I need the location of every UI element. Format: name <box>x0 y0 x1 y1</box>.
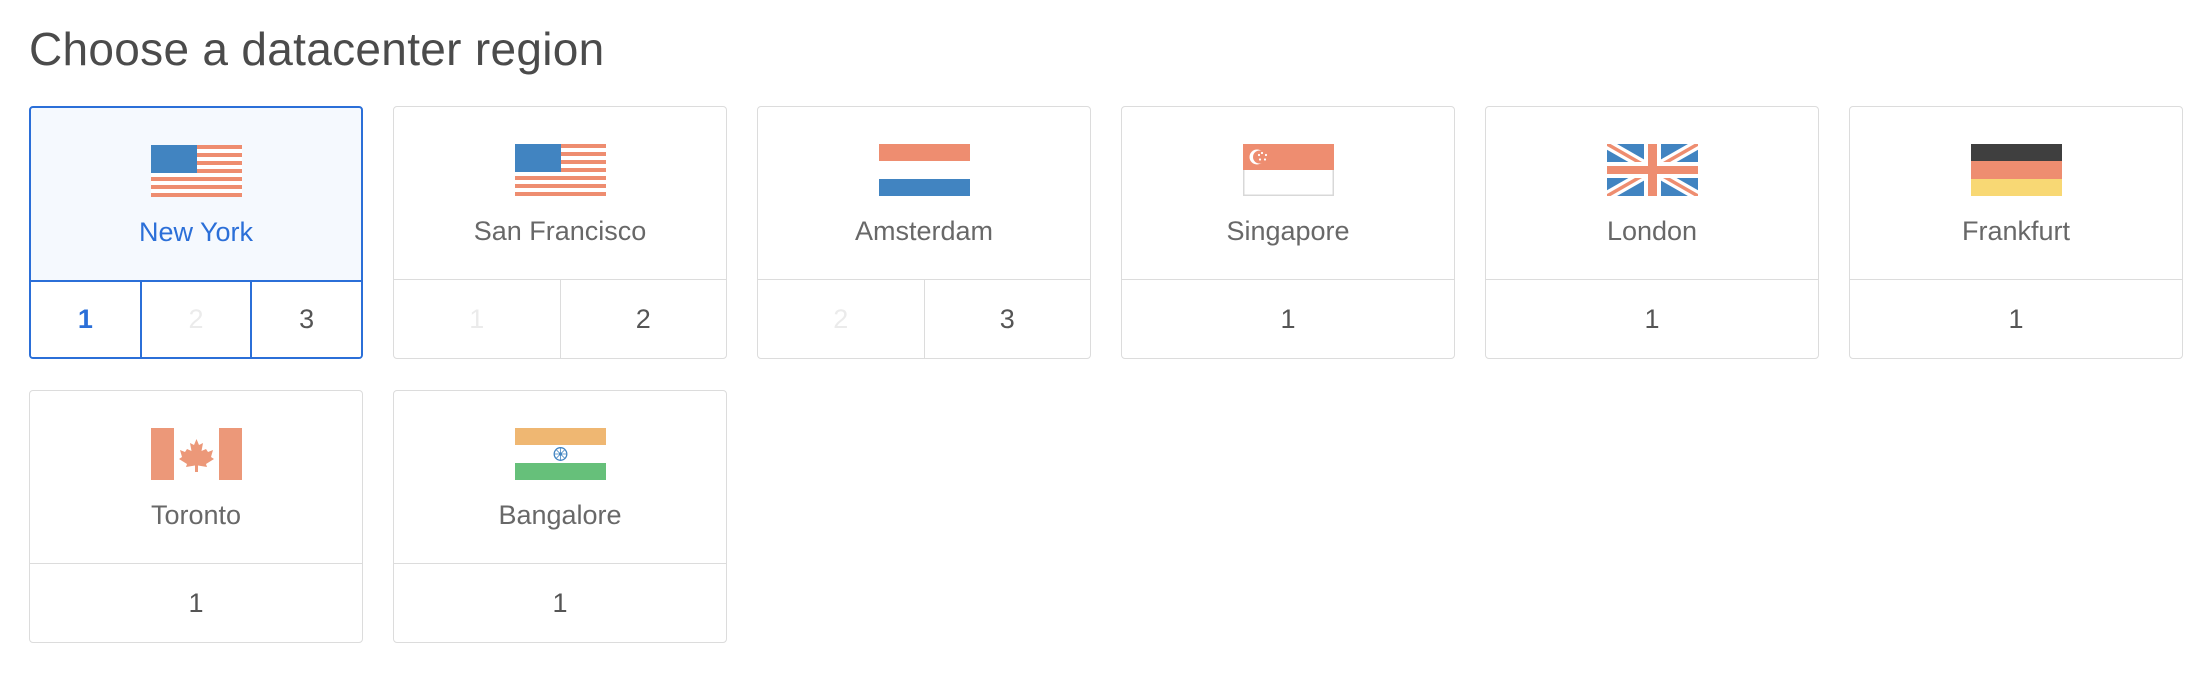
page-title: Choose a datacenter region <box>29 23 605 75</box>
datacenter-options: 1 <box>1122 279 1454 358</box>
region-card-frankfurt[interactable]: Frankfurt 1 <box>1849 106 2183 359</box>
region-card-header[interactable]: San Francisco <box>394 107 726 279</box>
singapore-flag-icon <box>1242 144 1334 196</box>
datacenter-options: 1 <box>1486 279 1818 358</box>
region-card-header[interactable]: Amsterdam <box>758 107 1090 279</box>
datacenter-option-toronto-1[interactable]: 1 <box>30 564 362 642</box>
datacenter-option-san-francisco-1: 1 <box>469 303 485 334</box>
india-flag-icon <box>514 428 606 480</box>
region-grid: New York 1 2 3 San Francisco 1 2 Amsterdam 2 3 … <box>29 106 2183 643</box>
region-name: Toronto <box>150 500 242 530</box>
region-name: New York <box>138 217 254 247</box>
region-card-new-york[interactable]: New York 1 2 3 <box>29 106 363 359</box>
datacenter-option-london-1[interactable]: 1 <box>1486 280 1818 358</box>
datacenter-options: 12 <box>394 279 726 358</box>
netherlands-flag-icon <box>878 144 970 196</box>
datacenter-option-new-york-2: 2 <box>139 282 251 357</box>
datacenter-options: 1 <box>394 563 726 642</box>
region-card-header[interactable]: Singapore <box>1122 107 1454 279</box>
region-name: Bangalore <box>498 500 622 530</box>
datacenter-option-amsterdam-3[interactable]: 3 <box>923 280 1091 358</box>
datacenter-option-amsterdam-2: 2 <box>833 303 849 334</box>
region-name: Singapore <box>1226 216 1350 246</box>
region-card-london[interactable]: London 1 <box>1485 106 1819 359</box>
region-name: Amsterdam <box>854 216 994 246</box>
region-card-header[interactable]: London <box>1486 107 1818 279</box>
datacenter-option-singapore-1[interactable]: 1 <box>1122 280 1454 358</box>
canada-flag-icon <box>150 428 242 480</box>
uk-flag-icon <box>1606 144 1698 196</box>
region-card-header[interactable]: Toronto <box>30 391 362 563</box>
datacenter-region-chooser: Choose a datacenter region New York 1 2 3 S… <box>0 0 2200 685</box>
region-card-singapore[interactable]: Singapore 1 <box>1121 106 1455 359</box>
datacenter-option-san-francisco-2[interactable]: 2 <box>559 280 727 358</box>
region-card-header[interactable]: New York <box>31 108 361 280</box>
region-name: San Francisco <box>473 216 647 246</box>
datacenter-options: 1 <box>30 563 362 642</box>
region-card-amsterdam[interactable]: Amsterdam 2 3 <box>757 106 1091 359</box>
region-card-san-francisco[interactable]: San Francisco 1 2 <box>393 106 727 359</box>
region-card-header[interactable]: Frankfurt <box>1850 107 2182 279</box>
region-card-toronto[interactable]: Toronto 1 <box>29 390 363 643</box>
datacenter-option-bangalore-1[interactable]: 1 <box>394 564 726 642</box>
usa-flag-icon <box>150 145 242 197</box>
datacenter-option-frankfurt-1[interactable]: 1 <box>1850 280 2182 358</box>
usa-flag-icon <box>514 144 606 196</box>
datacenter-options: 123 <box>31 280 361 357</box>
region-name: Frankfurt <box>1961 216 2071 246</box>
germany-flag-icon <box>1970 144 2062 196</box>
datacenter-option-new-york-1[interactable]: 1 <box>31 282 140 357</box>
datacenter-option-new-york-3[interactable]: 3 <box>250 282 361 357</box>
datacenter-options: 1 <box>1850 279 2182 358</box>
region-card-bangalore[interactable]: Bangalore 1 <box>393 390 727 643</box>
region-card-header[interactable]: Bangalore <box>394 391 726 563</box>
datacenter-options: 23 <box>758 279 1090 358</box>
region-name: London <box>1606 216 1698 246</box>
